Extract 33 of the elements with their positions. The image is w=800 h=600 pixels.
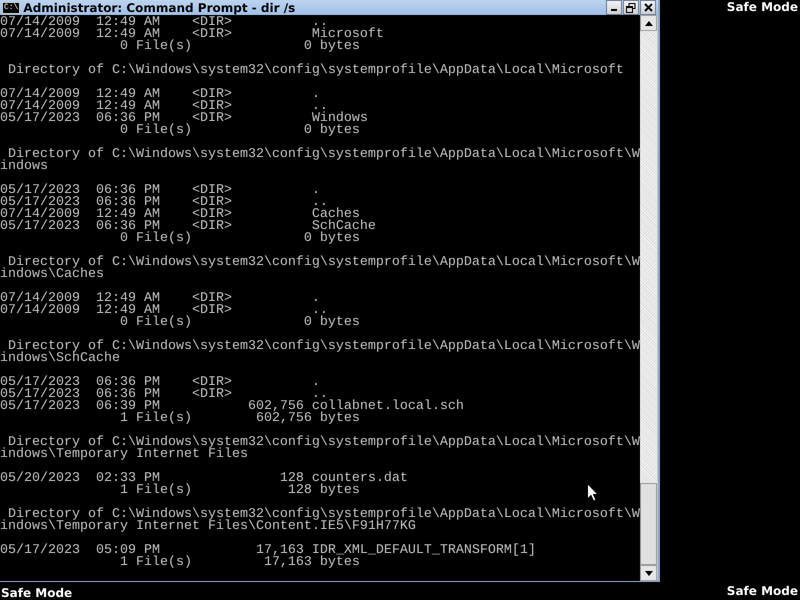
console-line: Directory of C:\Windows\system32\config\systemprofile\AppData\Local\Microsoft\W [8,149,640,161]
console-line: 1 File(s) 17,163 bytes [118,557,360,569]
console-line: indows\Temporary Internet Files\Content.IE5\F91H77KG [0,521,416,533]
close-button[interactable] [640,0,656,15]
safe-mode-label: Safe Mode [726,0,798,14]
restore-icon [626,2,636,12]
scroll-down-button[interactable] [640,565,657,581]
mouse-pointer-icon [587,483,599,502]
console-line: 0 File(s) 0 bytes [118,317,360,329]
console-line: indows\Caches [0,269,104,281]
console-line: 0 File(s) 0 bytes [118,41,360,53]
console-line: 1 File(s) 602,756 bytes [118,413,360,425]
console-line: Directory of C:\Windows\system32\config\systemprofile\AppData\Local\Microsoft\W [8,509,640,521]
scroll-up-button[interactable] [640,15,657,31]
console-line: 1 File(s) 128 bytes [118,485,360,497]
console-line: 0 File(s) 0 bytes [118,233,360,245]
console-app-icon: C:\ [2,2,20,14]
close-icon [644,3,652,12]
console-line: indows [0,161,48,173]
console-line: indows\SchCache [0,353,120,365]
safe-mode-label: Safe Mode [1,586,72,600]
restore-button[interactable] [623,0,639,15]
down-arrow-icon [644,570,652,576]
console-line: Directory of C:\Windows\system32\config\systemprofile\AppData\Local\Microsoft [6,65,624,77]
up-arrow-icon [644,20,652,26]
window-title: Administrator: Command Prompt - dir /s [23,0,296,14]
console-line: Directory of C:\Windows\system32\config\systemprofile\AppData\Local\Microsoft\W [8,437,640,449]
scroll-thumb[interactable] [640,483,657,565]
safe-mode-label: Safe Mode [726,584,798,598]
console-line: 0 File(s) 0 bytes [118,125,360,137]
minimize-button[interactable] [606,0,622,15]
console-line: indows\Temporary Internet Files [0,449,248,461]
scrollbar[interactable] [640,15,657,581]
